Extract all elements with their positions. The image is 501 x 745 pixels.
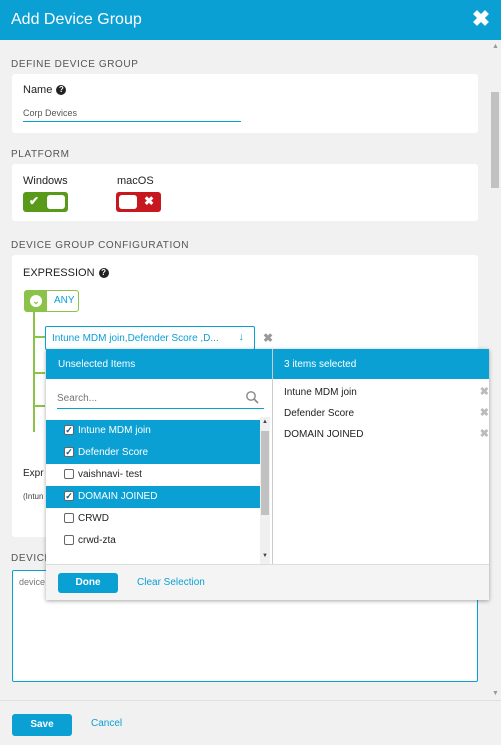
list-item-label: vaishnavi- test xyxy=(78,469,142,480)
list-item-label: crwd-zta xyxy=(78,535,116,546)
check-icon: ✔ xyxy=(29,194,40,208)
name-input[interactable] xyxy=(23,105,241,122)
platform-card: Windows ✔ macOS ✖ xyxy=(12,164,478,221)
selected-item: DOMAIN JOINED ✖ xyxy=(284,425,489,445)
checkbox[interactable] xyxy=(64,469,74,479)
condition-dropdown: Unselected Items 3 items selected ✓ Intun… xyxy=(46,349,489,600)
expression-label: EXPRESSION? xyxy=(23,267,109,279)
selected-item-label: Intune MDM join xyxy=(284,387,357,398)
remove-icon[interactable]: ✖ xyxy=(480,406,489,419)
toggle-knob xyxy=(119,195,137,209)
dialog-header: Add Device Group ✖ xyxy=(0,0,501,40)
x-icon: ✖ xyxy=(144,194,155,208)
cancel-button[interactable]: Cancel xyxy=(91,718,122,729)
save-button[interactable]: Save xyxy=(12,714,72,736)
macos-toggle[interactable]: ✖ xyxy=(116,192,161,212)
expression-output-label: Expr xyxy=(23,468,44,479)
list-item-label: DOMAIN JOINED xyxy=(78,491,158,502)
done-button[interactable]: Done xyxy=(58,573,118,593)
macos-label: macOS xyxy=(117,175,154,187)
windows-label: Windows xyxy=(23,175,68,187)
tree-branch xyxy=(33,336,45,338)
name-label-text: Name xyxy=(23,84,53,96)
section-title-config: DEVICE GROUP CONFIGURATION xyxy=(11,240,190,251)
list-item-label: Intune MDM join xyxy=(78,425,151,436)
scroll-thumb[interactable] xyxy=(261,431,269,515)
selected-item: Defender Score ✖ xyxy=(284,404,489,424)
selected-item-label: Defender Score xyxy=(284,408,355,419)
dropdown-scrollbar[interactable]: ▲ ▼ xyxy=(260,417,270,564)
list-item[interactable]: crwd-zta xyxy=(46,530,260,552)
list-item[interactable]: ✓ DOMAIN JOINED xyxy=(46,486,260,508)
define-card: Name? xyxy=(12,74,478,133)
checkbox[interactable] xyxy=(64,513,74,523)
condition-value: Intune MDM join,Defender Score ,D... xyxy=(52,333,219,344)
selected-item: Intune MDM join ✖ xyxy=(284,383,489,403)
expression-output-value: (Intun xyxy=(23,492,44,501)
checkbox[interactable] xyxy=(64,535,74,545)
unselected-header: Unselected Items xyxy=(46,349,272,379)
tree-branch xyxy=(33,372,45,374)
help-icon[interactable]: ? xyxy=(98,268,109,278)
close-icon[interactable]: ✖ xyxy=(470,7,492,31)
selected-item-label: DOMAIN JOINED xyxy=(284,429,364,440)
arrow-down-icon: ↓ xyxy=(238,331,245,343)
toggle-knob xyxy=(47,195,65,209)
checkbox[interactable]: ✓ xyxy=(64,425,74,435)
list-item[interactable]: ✓ Defender Score xyxy=(46,442,260,464)
dropdown-search-input[interactable] xyxy=(57,389,264,409)
operator-selector[interactable]: ⌄ ANY xyxy=(24,290,79,312)
tree-branch xyxy=(33,405,45,407)
remove-icon[interactable]: ✖ xyxy=(480,385,489,398)
scroll-down-icon[interactable]: ▼ xyxy=(492,690,499,697)
windows-toggle[interactable]: ✔ xyxy=(23,192,68,212)
dialog-footer: Save Cancel xyxy=(0,700,501,745)
section-title-platform: PLATFORM xyxy=(11,149,70,160)
scroll-up-icon[interactable]: ▲ xyxy=(492,43,499,50)
chevron-down-icon[interactable]: ⌄ xyxy=(25,291,47,311)
selected-header-label: 3 items selected xyxy=(284,359,357,370)
clear-selection-link[interactable]: Clear Selection xyxy=(137,577,205,588)
search-icon[interactable] xyxy=(245,390,259,404)
list-item[interactable]: vaishnavi- test xyxy=(46,464,260,486)
list-item[interactable]: CRWD xyxy=(46,508,260,530)
divider xyxy=(272,349,273,564)
scroll-down-icon[interactable]: ▼ xyxy=(262,553,268,559)
selected-header: 3 items selected xyxy=(273,349,489,379)
dropdown-footer: Done Clear Selection xyxy=(46,564,489,600)
checkbox[interactable]: ✓ xyxy=(64,447,74,457)
name-label: Name? xyxy=(23,84,67,96)
operator-label: ANY xyxy=(54,295,75,306)
condition-selector[interactable]: Intune MDM join,Defender Score ,D... ↓ xyxy=(45,326,255,350)
scroll-thumb[interactable] xyxy=(491,92,499,188)
dialog-title: Add Device Group xyxy=(11,11,142,28)
list-item-label: Defender Score xyxy=(78,447,149,458)
expression-label-text: EXPRESSION xyxy=(23,267,95,279)
list-item-label: CRWD xyxy=(78,513,109,524)
unselected-list: ✓ Intune MDM join ✓ Defender Score vaishna… xyxy=(46,417,260,564)
list-item[interactable]: ✓ Intune MDM join xyxy=(46,420,260,442)
section-title-define: DEFINE DEVICE GROUP xyxy=(11,59,139,70)
scroll-up-icon[interactable]: ▲ xyxy=(262,419,268,425)
unselected-header-label: Unselected Items xyxy=(58,359,136,370)
checkbox[interactable]: ✓ xyxy=(64,491,74,501)
remove-icon[interactable]: ✖ xyxy=(480,427,489,440)
help-icon[interactable]: ? xyxy=(56,85,67,95)
remove-condition-icon[interactable]: ✖ xyxy=(263,331,273,345)
page-scrollbar[interactable]: ▲ ▼ xyxy=(489,40,501,700)
